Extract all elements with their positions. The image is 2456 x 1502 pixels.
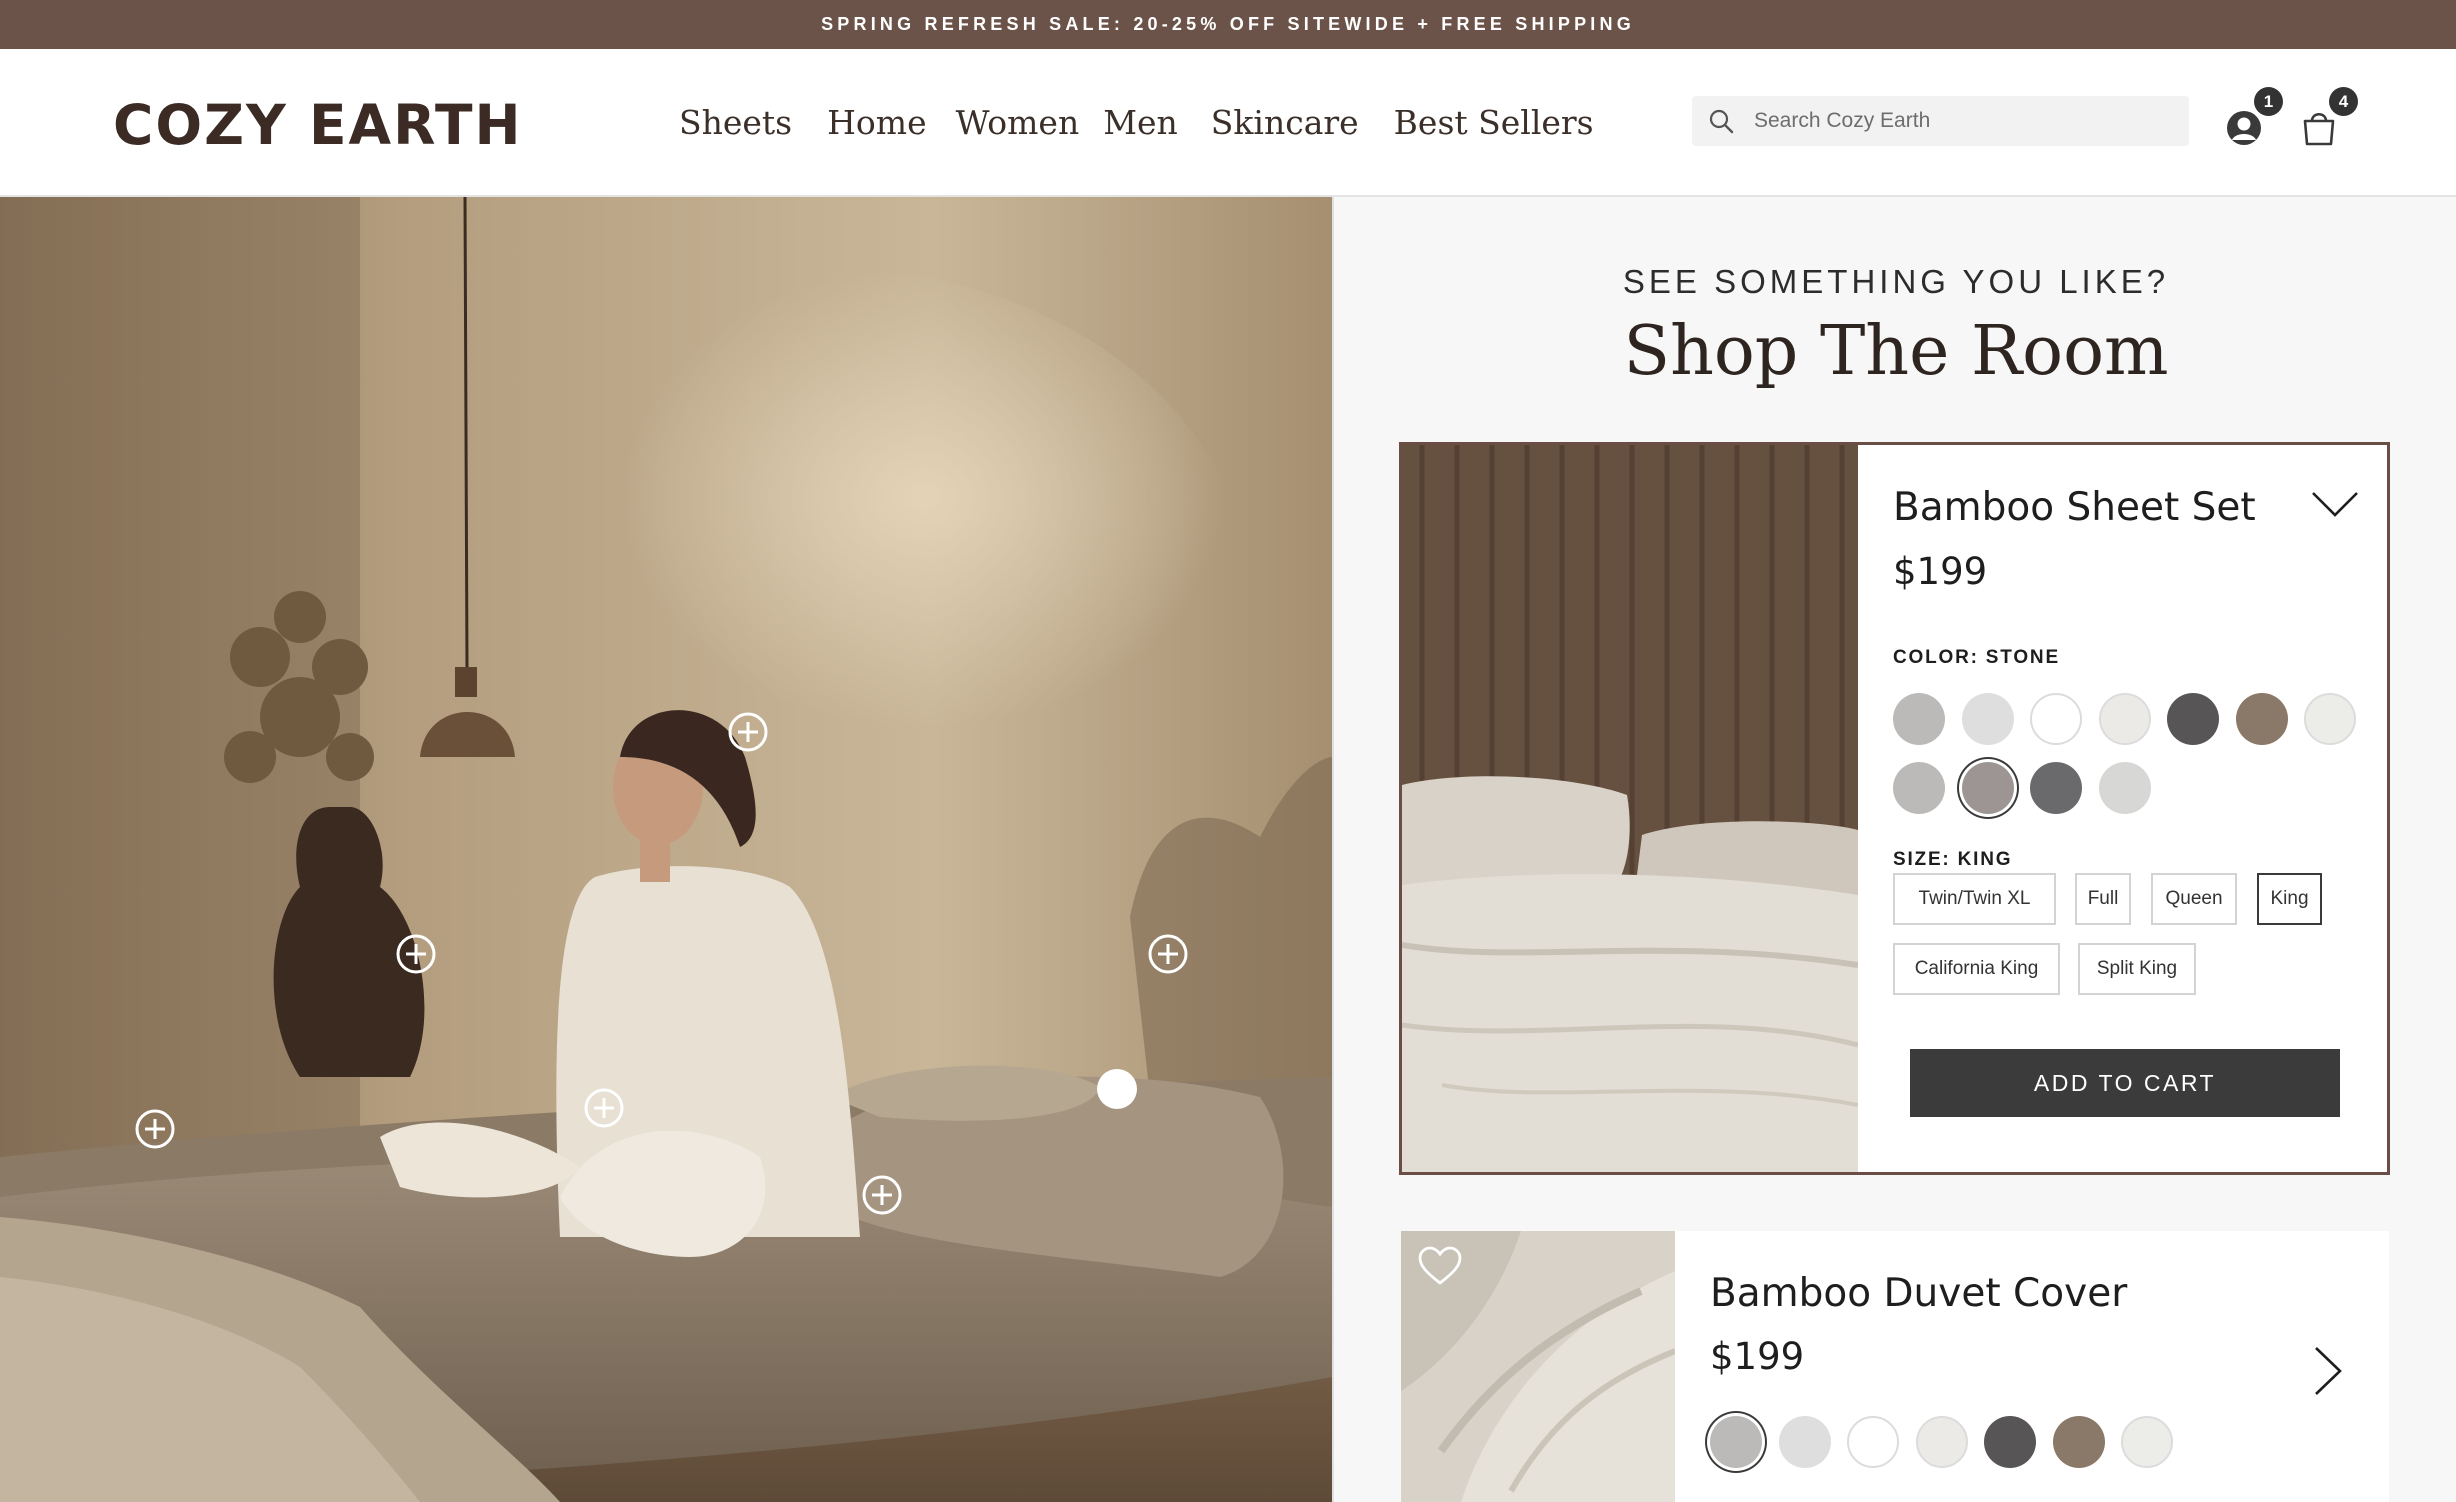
promo-banner[interactable]: SPRING REFRESH SALE: 20-25% OFF SITEWIDE… (0, 0, 2456, 49)
size-label: SIZE: KING (1893, 849, 2013, 870)
room-image (0, 197, 1332, 1502)
color-swatch[interactable] (2052, 1416, 2105, 1468)
product-name[interactable]: Bamboo Sheet Set (1893, 485, 2256, 530)
color-swatch[interactable] (2167, 693, 2219, 745)
color-swatch[interactable] (2098, 762, 2151, 814)
hotspot-active[interactable] (1097, 1069, 1137, 1109)
chevron-down-icon[interactable] (2310, 489, 2360, 519)
product-card-sheet-set: Bamboo Sheet Set $199 COLOR: STONE SIZE:… (1399, 442, 2390, 1175)
add-to-cart-button[interactable]: ADD TO CART (1910, 1049, 2340, 1117)
color-swatch[interactable] (1915, 1416, 1968, 1468)
hotspot-plus-icon[interactable] (1147, 933, 1189, 975)
nav-men[interactable]: Men (1103, 103, 1178, 142)
size-option[interactable]: Queen (2151, 873, 2237, 925)
size-option[interactable]: Full (2075, 873, 2131, 925)
size-option[interactable]: Twin/Twin XL (1893, 873, 2056, 925)
product-image[interactable] (1402, 445, 1858, 1172)
product-price: $199 (1710, 1335, 1805, 1378)
product-image[interactable] (1401, 1231, 1675, 1502)
hotspot-plus-icon[interactable] (134, 1108, 176, 1150)
size-option-selected[interactable]: King (2257, 873, 2322, 925)
shop-the-room-panel: SEE SOMETHING YOU LIKE? Shop The Room Ba… (1332, 197, 2456, 1502)
hotspot-plus-icon[interactable] (395, 933, 437, 975)
promo-text: SPRING REFRESH SALE: 20-25% OFF SITEWIDE… (821, 14, 1635, 34)
hotspot-plus-icon[interactable] (861, 1174, 903, 1216)
size-option[interactable]: California King (1893, 943, 2060, 995)
color-swatch[interactable] (2304, 693, 2356, 745)
account-icon[interactable] (2224, 108, 2264, 148)
bag-icon[interactable] (2299, 107, 2339, 147)
hotspot-plus-icon[interactable] (583, 1087, 625, 1129)
search-bar[interactable] (1692, 96, 2189, 146)
color-swatch[interactable] (2030, 762, 2082, 814)
product-price: $199 (1893, 550, 1988, 593)
search-icon[interactable] (1708, 108, 1735, 135)
color-swatch[interactable] (1847, 1416, 1899, 1468)
nav-home[interactable]: Home (827, 103, 926, 142)
color-swatch[interactable] (1984, 1416, 2036, 1468)
panel-title: Shop The Room (1623, 312, 2169, 391)
color-swatch[interactable] (2235, 693, 2288, 745)
product-card-duvet-cover: Bamboo Duvet Cover $199 (1401, 1231, 2389, 1502)
color-swatch[interactable] (1893, 693, 1945, 745)
logo[interactable]: COZY EARTH (113, 93, 523, 157)
color-swatch[interactable] (2030, 693, 2082, 745)
size-option[interactable]: Split King (2078, 943, 2196, 995)
bedroom-photo (0, 197, 1332, 1502)
nav-women[interactable]: Women (956, 103, 1080, 142)
color-swatch[interactable] (1961, 693, 2014, 745)
panel-eyebrow: SEE SOMETHING YOU LIKE? (1622, 263, 2170, 300)
color-swatch-selected[interactable] (1710, 1416, 1762, 1468)
color-swatch[interactable] (1778, 1416, 1831, 1468)
chevron-right-icon[interactable] (2310, 1344, 2344, 1398)
nav-sheets[interactable]: Sheets (679, 103, 792, 142)
heart-icon[interactable] (1417, 1245, 1463, 1287)
nav-skincare[interactable]: Skincare (1211, 103, 1359, 142)
main-nav: Sheets Home Women Men Skincare Best Sell… (679, 103, 1594, 142)
color-label: COLOR: STONE (1893, 647, 2060, 668)
color-swatch-selected[interactable] (1961, 762, 2014, 814)
sheet-set-photo (1402, 445, 1858, 1172)
color-swatch[interactable] (2098, 693, 2151, 745)
color-swatch[interactable] (2121, 1416, 2173, 1468)
account-badge: 1 (2254, 87, 2283, 116)
color-swatch[interactable] (1893, 762, 1945, 814)
product-name[interactable]: Bamboo Duvet Cover (1710, 1271, 2127, 1316)
hotspot-plus-icon[interactable] (727, 711, 769, 753)
cart-badge: 4 (2329, 87, 2358, 116)
site-header: COZY EARTH Sheets Home Women Men Skincar… (0, 49, 2456, 197)
search-input[interactable] (1754, 96, 2174, 146)
nav-best-sellers[interactable]: Best Sellers (1394, 103, 1594, 142)
